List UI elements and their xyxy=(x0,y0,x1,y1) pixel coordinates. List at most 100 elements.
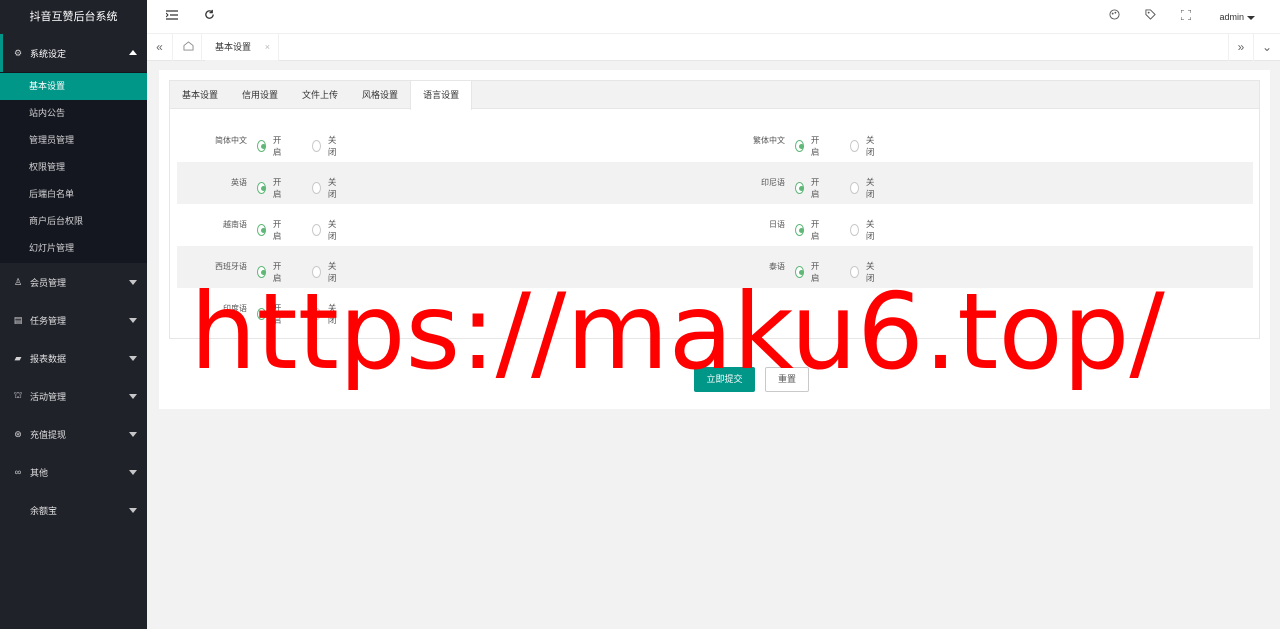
radio-off[interactable]: 关闭 xyxy=(312,176,340,200)
sidebar-item[interactable]: ♙ 会员管理 xyxy=(0,263,147,301)
radio-circle[interactable] xyxy=(795,266,804,278)
sidebar-item-label: 任务管理 xyxy=(30,315,67,326)
radio-off[interactable]: 关闭 xyxy=(850,260,878,284)
radio-circle[interactable] xyxy=(312,224,321,236)
chevron-down-icon xyxy=(129,280,137,285)
sidebar-item-label: 余额宝 xyxy=(30,505,58,516)
sidebar-item[interactable]: ⚙ 系统设定 xyxy=(0,34,147,72)
close-icon[interactable]: × xyxy=(265,34,270,61)
radio-on[interactable]: 开启 xyxy=(795,176,823,200)
sidebar-subitem[interactable]: 权限管理 xyxy=(0,154,147,181)
settings-tab[interactable]: 文件上传 xyxy=(290,81,350,109)
radio-on[interactable]: 开启 xyxy=(257,218,285,242)
radio-circle[interactable] xyxy=(850,182,859,194)
radio-off[interactable]: 关闭 xyxy=(850,176,878,200)
radio-off[interactable]: 关闭 xyxy=(850,134,878,158)
radio-circle[interactable] xyxy=(795,224,804,236)
settings-tab[interactable]: 基本设置 xyxy=(170,81,230,109)
chevron-down-icon xyxy=(129,394,137,399)
sidebar-subitem[interactable]: 幻灯片管理 xyxy=(0,235,147,262)
content-panel: 基本设置 信用设置 文件上传 风格设置 语言设置 简体中文 开启 关闭 繁体中文 开启 关闭 英语开… xyxy=(159,70,1270,409)
radio-circle[interactable] xyxy=(257,224,266,236)
radio-off[interactable]: 关闭 xyxy=(312,302,340,326)
radio-circle[interactable] xyxy=(257,182,266,194)
scroll-left-icon[interactable]: « xyxy=(147,34,173,61)
radio-on[interactable]: 开启 xyxy=(257,260,285,284)
radio-on[interactable]: 开启 xyxy=(795,218,823,242)
tab-label: 基本设置 xyxy=(215,42,252,52)
radio-circle[interactable] xyxy=(795,182,804,194)
fullscreen-icon[interactable] xyxy=(1178,0,1194,34)
settings-tab[interactable]: 信用设置 xyxy=(230,81,290,109)
radio-off[interactable]: 关闭 xyxy=(312,134,340,158)
user-icon: ♙ xyxy=(13,276,23,287)
radio-on[interactable]: 开启 xyxy=(795,134,823,158)
chevron-down-icon[interactable]: ⌄ xyxy=(1254,34,1280,61)
tab-basic-settings[interactable]: 基本设置 × xyxy=(205,34,279,62)
radio-circle[interactable] xyxy=(257,140,266,152)
sidebar-item[interactable]: 余额宝 xyxy=(0,491,147,529)
radio-circle[interactable] xyxy=(795,140,804,152)
radio-circle[interactable] xyxy=(312,182,321,194)
sidebar-menu: ⚙ 系统设定 基本设置 站内公告 管理员管理 权限管理 后端白名单 商户后台权限 幻灯片管理 ♙ 会… xyxy=(0,34,147,529)
submit-button[interactable]: 立即提交 xyxy=(694,367,755,392)
settings-tabs: 基本设置 信用设置 文件上传 风格设置 语言设置 xyxy=(170,81,1259,110)
collapse-menu-icon[interactable] xyxy=(162,0,182,34)
refresh-icon[interactable] xyxy=(199,0,219,34)
sidebar-item[interactable]: ▰ 报表数据 xyxy=(0,339,147,377)
radio-circle[interactable] xyxy=(257,266,266,278)
app-logo-title: 抖音互赞后台系统 xyxy=(0,0,147,34)
radio-label: 开启 xyxy=(272,177,282,199)
language-row: 西班牙语 开启 关闭 泰语 开启 关闭 xyxy=(177,246,1253,288)
radio-label: 关闭 xyxy=(865,135,875,157)
radio-circle[interactable] xyxy=(312,266,321,278)
activity-icon: ⛫ xyxy=(13,390,23,400)
settings-tab[interactable]: 语言设置 xyxy=(410,81,473,110)
chevron-down-icon xyxy=(129,470,137,475)
scroll-right-icon[interactable]: » xyxy=(1228,34,1254,61)
radio-label: 开启 xyxy=(810,261,820,283)
radio-label: 开启 xyxy=(272,303,282,325)
language-label: 越南语 xyxy=(223,220,247,229)
settings-tab[interactable]: 风格设置 xyxy=(350,81,410,109)
language-row: 英语 开启 关闭 印尼语 开启 关闭 xyxy=(177,162,1253,204)
sidebar-subitem[interactable]: 基本设置 xyxy=(0,73,147,100)
reset-button[interactable]: 重置 xyxy=(765,367,809,392)
radio-on[interactable]: 开启 xyxy=(257,176,285,200)
theme-icon[interactable] xyxy=(1106,0,1122,34)
sidebar-item[interactable]: ⛫ 活动管理 xyxy=(0,377,147,415)
sidebar-item[interactable]: ▤ 任务管理 xyxy=(0,301,147,339)
radio-on[interactable]: 开启 xyxy=(795,260,823,284)
sidebar-subitem[interactable]: 站内公告 xyxy=(0,100,147,127)
sidebar-subitem[interactable]: 商户后台权限 xyxy=(0,208,147,235)
infinity-icon: ∞ xyxy=(14,467,22,477)
radio-label: 开启 xyxy=(272,261,282,283)
sidebar-item-label: 系统设定 xyxy=(30,48,67,59)
language-label: 印度语 xyxy=(223,304,247,313)
radio-circle[interactable] xyxy=(850,224,859,236)
sidebar-subitem[interactable]: 后端白名单 xyxy=(0,181,147,208)
user-menu[interactable]: admin xyxy=(1219,0,1255,34)
radio-label: 关闭 xyxy=(327,135,337,157)
radio-circle[interactable] xyxy=(850,266,859,278)
radio-circle[interactable] xyxy=(312,140,321,152)
radio-label: 关闭 xyxy=(327,219,337,241)
money-icon: ⊛ xyxy=(14,428,22,439)
radio-off[interactable]: 关闭 xyxy=(312,218,340,242)
sidebar-item[interactable]: ∞ 其他 xyxy=(0,453,147,491)
radio-off[interactable]: 关闭 xyxy=(850,218,878,242)
radio-label: 开启 xyxy=(272,219,282,241)
language-label: 英语 xyxy=(231,178,247,187)
radio-off[interactable]: 关闭 xyxy=(312,260,340,284)
sidebar-subitem[interactable]: 管理员管理 xyxy=(0,127,147,154)
radio-circle[interactable] xyxy=(312,308,321,320)
radio-circle[interactable] xyxy=(257,308,266,320)
radio-on[interactable]: 开启 xyxy=(257,134,285,158)
sidebar-item[interactable]: ⊛ 充值提现 xyxy=(0,415,147,453)
language-row: 越南语 开启 关闭 日语 开启 关闭 xyxy=(177,204,1253,246)
radio-on[interactable]: 开启 xyxy=(257,302,285,326)
home-icon[interactable] xyxy=(176,34,202,61)
tag-icon[interactable] xyxy=(1142,0,1158,34)
radio-circle[interactable] xyxy=(850,140,859,152)
language-row: 印度语 开启 关闭 xyxy=(177,288,1253,330)
